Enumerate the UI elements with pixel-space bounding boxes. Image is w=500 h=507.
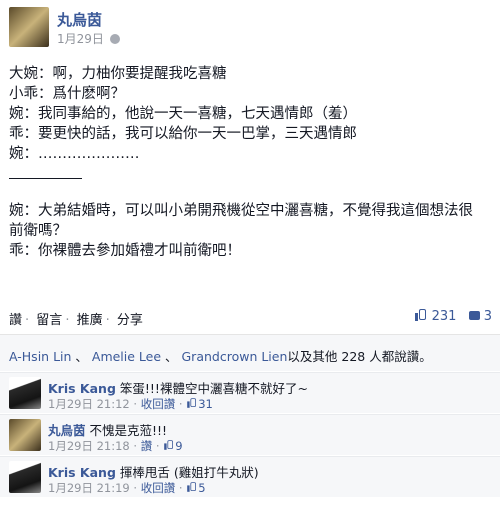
comment-date[interactable]: 1月29日 21:18	[48, 439, 130, 453]
like-count[interactable]: 231	[432, 309, 457, 324]
thumbs-up-icon	[415, 309, 427, 321]
comment-item: Kris Kang 揮棒甩舌 (雞姐打牛丸狀) 1月29日 21:19 · 收回讚…	[0, 456, 500, 497]
thumbs-up-icon	[164, 440, 174, 450]
section-divider	[9, 178, 82, 179]
post-line: 婉：大弟結婚時，可以叫小弟開飛機從空中灑喜糖，不覺得我這個想法很	[9, 203, 473, 219]
comment-item: Kris Kang 笨蛋!!!裸體空中灑喜糖不就好了~ 1月29日 21:12 ·…	[0, 372, 500, 413]
post-line: 小乖：爲什麽啊？	[9, 86, 125, 102]
likes-summary: A-Hsin Lin 、 Amelie Lee 、 Grandcrown Lie…	[0, 335, 500, 371]
facebook-post: 丸烏茵 1月29日 大婉：啊，力柚你要提醒我吃喜糖 小乖：爲什麽啊？ 婉：我同事…	[0, 0, 500, 507]
liker-link[interactable]: Amelie Lee	[92, 349, 161, 364]
post-date-text[interactable]: 1月29日	[57, 32, 104, 46]
post-line: 大婉：啊，力柚你要提醒我吃喜糖	[9, 66, 227, 82]
thumbs-up-icon	[187, 482, 197, 492]
comment-text: 笨蛋!!!裸體空中灑喜糖不就好了~	[119, 381, 308, 396]
post-line: 婉：我同事給的，他說一天一喜糖，七天遇情郎（羞）	[9, 106, 357, 122]
commenter-avatar[interactable]	[9, 419, 41, 451]
promote-link[interactable]: 推廣	[77, 313, 103, 328]
share-link[interactable]: 分享	[117, 313, 143, 328]
post-line: 乖：你裸體去參加婚禮才叫前衛吧！	[9, 243, 241, 259]
comment-like-count[interactable]: 9	[175, 439, 182, 453]
comment-link[interactable]: 留言	[36, 313, 62, 328]
commenter-name[interactable]: Kris Kang	[48, 465, 116, 480]
comment-text: 揮棒甩舌 (雞姐打牛丸狀)	[119, 465, 259, 480]
commenter-name[interactable]: Kris Kang	[48, 381, 116, 396]
post-date[interactable]: 1月29日	[57, 30, 120, 47]
comment-like-link[interactable]: 收回讚	[141, 397, 176, 411]
globe-icon	[109, 34, 120, 44]
comment-item: 丸烏茵 不愧是克蒞!!! 1月29日 21:18 · 讚 · 9	[0, 414, 500, 455]
commenter-name[interactable]: 丸烏茵	[48, 423, 86, 438]
post-line: 乖：要更快的話，我可以給你一天一巴掌，三天遇情郎	[9, 126, 357, 142]
thumbs-up-icon	[187, 398, 197, 408]
commenter-avatar[interactable]	[9, 461, 41, 493]
post-body: 大婉：啊，力柚你要提醒我吃喜糖 小乖：爲什麽啊？ 婉：我同事給的，他說一天一喜糖…	[9, 64, 494, 261]
comment-like-count[interactable]: 31	[198, 397, 213, 411]
author-name[interactable]: 丸烏茵	[57, 9, 102, 30]
post-line: 婉：…………………	[9, 146, 140, 162]
comment-bubble-icon	[468, 311, 480, 320]
liker-link[interactable]: Grandcrown Lien	[182, 349, 288, 364]
comment-like-count[interactable]: 5	[198, 481, 205, 495]
post-actions: 讚 · 留言 · 推廣 · 分享	[9, 313, 143, 328]
comment-count[interactable]: 3	[484, 309, 492, 324]
likes-suffix: 以及其他 228 人都說讚。	[287, 349, 432, 364]
like-link[interactable]: 讚	[9, 313, 22, 328]
post-line: 前衛嗎？	[9, 223, 67, 239]
comment-date[interactable]: 1月29日 21:12	[48, 397, 130, 411]
liker-link[interactable]: A-Hsin Lin	[9, 349, 71, 364]
post-counts: 231 3	[415, 309, 492, 324]
author-avatar[interactable]	[9, 7, 49, 47]
comment-like-link[interactable]: 讚	[141, 439, 153, 453]
comment-text: 不愧是克蒞!!!	[89, 423, 168, 438]
commenter-avatar[interactable]	[9, 377, 41, 409]
comment-like-link[interactable]: 收回讚	[141, 481, 176, 495]
comment-date[interactable]: 1月29日 21:19	[48, 481, 130, 495]
